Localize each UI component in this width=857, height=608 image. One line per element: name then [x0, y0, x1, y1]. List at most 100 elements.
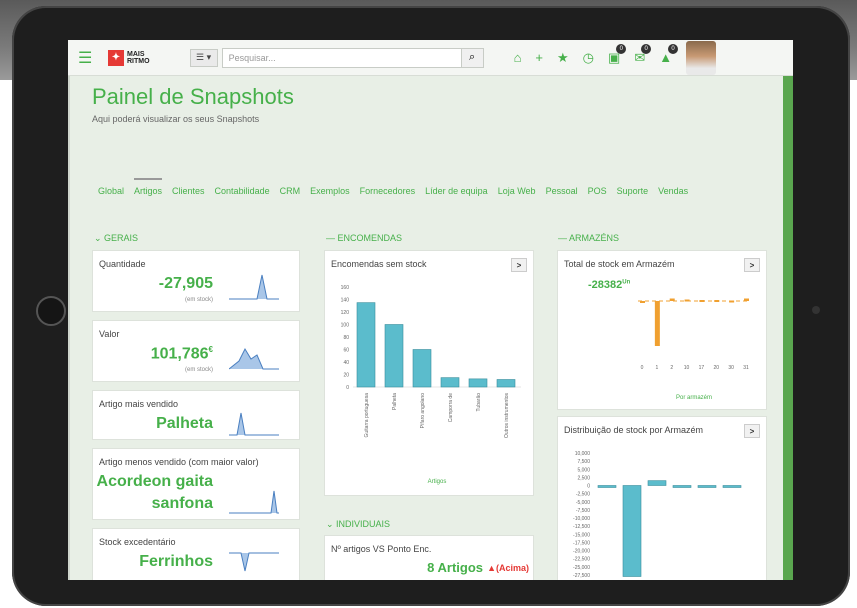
tab-global[interactable]: Global: [98, 180, 124, 202]
section-armazens[interactable]: — ARMAZÉNS: [558, 233, 619, 243]
star-icon[interactable]: ★: [557, 50, 569, 66]
search-scope-dropdown[interactable]: ☰ ▾: [189, 48, 218, 67]
card-value: 101,786€: [151, 345, 213, 363]
bag-icon[interactable]: ▣ 0: [608, 43, 627, 66]
x-tick-label: 31: [743, 365, 749, 371]
bell-icon[interactable]: ▲ 0: [659, 44, 679, 65]
right-accent-strip: [783, 76, 793, 580]
y-tick-label: 60: [343, 348, 349, 354]
search-button[interactable]: ⌕: [461, 47, 484, 68]
expand-button[interactable]: >: [744, 258, 760, 272]
card-value: -28382Un: [588, 279, 630, 291]
tab-artigos[interactable]: Artigos: [134, 178, 163, 202]
y-tick-label: 20: [343, 373, 349, 379]
card-encomendas-sem-stock: Encomendas sem stock > 160 140 120 100 80 60 4…: [324, 250, 534, 496]
logo[interactable]: ✦ MAIS RITMO: [108, 49, 150, 66]
x-tick-label: 0: [641, 365, 644, 371]
bar: [384, 324, 404, 388]
bar: [672, 485, 692, 488]
card-excedentario: Stock excedentário Ferrinhos: [92, 528, 300, 580]
toolbar-icons: ⌂ + ★ ◷ ▣ 0 ✉ 0 ▲ 0: [514, 43, 679, 66]
section-individuais[interactable]: ⌄ INDIVIDUAIS: [326, 519, 390, 530]
sparkline: [229, 274, 279, 300]
bar: [440, 377, 460, 388]
section-encomendas-label: ENCOMENDAS: [337, 233, 403, 243]
y-tick-label: -17,500: [573, 540, 590, 546]
encomendas-chart: 160 140 120 100 80 60 40 20 0 Guitarra portuguesa…: [341, 285, 521, 485]
tab-l-der-de-equipa[interactable]: Líder de equipa: [425, 180, 488, 202]
y-tick-label: 2,500: [577, 475, 590, 481]
sparkline: [229, 347, 279, 370]
tab-fornecedores[interactable]: Fornecedores: [360, 180, 416, 202]
card-value-unit: Un: [622, 279, 631, 286]
menu-icon[interactable]: ☰: [78, 48, 96, 68]
y-tick-label: 40: [343, 360, 349, 366]
plus-icon[interactable]: +: [535, 50, 543, 65]
notification-badge: 0: [668, 44, 679, 54]
sparkline: [229, 412, 279, 436]
sparkline: [229, 552, 279, 572]
message-icon[interactable]: ✉ 0: [634, 43, 652, 66]
expand-button[interactable]: >: [511, 258, 527, 272]
card-value-number: -28382: [588, 279, 623, 291]
card-total-stock-armazem: Total de stock em Armazém > -28382Un 0 1 2…: [557, 250, 767, 410]
tab-crm[interactable]: CRM: [280, 180, 301, 202]
logo-text: MAIS RITMO: [127, 51, 150, 65]
x-tick-label: 10: [684, 365, 690, 371]
section-encomendas[interactable]: — ENCOMENDAS: [326, 233, 402, 243]
camera: [812, 306, 820, 314]
bar: [412, 349, 432, 388]
x-tick-label: Tubarão: [476, 393, 482, 412]
y-tick-label: -10,000: [573, 516, 590, 522]
left-border: [68, 76, 70, 580]
avatar[interactable]: [686, 40, 717, 75]
bar: [722, 485, 742, 488]
card-value: Ferrinhos: [139, 553, 213, 570]
x-tick-label: 2: [670, 365, 673, 371]
armazem-chart: 0 1 2 10 17 20 30 31 Por armazém: [638, 298, 750, 401]
card-subtext: (em stock): [184, 297, 213, 303]
section-gerais-label: GERAIS: [104, 233, 139, 243]
y-tick-label: 10,000: [575, 451, 591, 457]
notification-badge: 0: [616, 43, 627, 54]
x-tick-label: Palheta: [392, 393, 398, 410]
section-gerais[interactable]: ⌄ GERAIS: [94, 233, 138, 244]
y-tick-label: 160: [341, 285, 350, 291]
tab-suporte[interactable]: Suporte: [617, 180, 649, 202]
tab-contabilidade[interactable]: Contabilidade: [215, 180, 270, 202]
x-tick-label: 1: [655, 365, 658, 371]
card-value-line-1: Acordeon gaita: [96, 473, 213, 490]
y-tick-label: 0: [346, 385, 349, 391]
y-tick-label: 100: [341, 323, 350, 329]
home-icon[interactable]: ⌂: [514, 50, 522, 65]
card-title: Quantidade: [99, 259, 146, 269]
top-bar: ☰ ✦ MAIS RITMO ☰ ▾ Pesquisar... ⌕ ⌂ + ★ ◷ ▣ 0…: [68, 40, 793, 76]
logo-mark: ✦: [108, 49, 124, 66]
card-distribuicao-stock: Distribuição de stock por Armazém > 10,0…: [557, 416, 767, 580]
card-value: Palheta: [156, 415, 213, 432]
card-title: Encomendas sem stock: [331, 259, 427, 269]
logo-text-line-2: RITMO: [127, 57, 150, 65]
tab-clientes[interactable]: Clientes: [172, 180, 205, 202]
expand-button[interactable]: >: [744, 424, 760, 438]
page-title: Painel de Snapshots: [92, 84, 294, 109]
search-icon: ⌕: [468, 51, 476, 63]
tab-vendas[interactable]: Vendas: [658, 180, 688, 202]
trend-indicator: ▲(Acima): [487, 563, 529, 573]
y-tick-label: -25,000: [573, 565, 590, 571]
card-subtext: (em stock): [184, 367, 213, 373]
bar: [356, 302, 376, 388]
search-input[interactable]: Pesquisar...: [221, 47, 462, 68]
tab-exemplos[interactable]: Exemplos: [310, 180, 350, 202]
card-value: 8 Artigos: [427, 560, 483, 575]
tab-loja-web[interactable]: Loja Web: [498, 180, 536, 202]
clock-icon[interactable]: ◷: [583, 50, 594, 66]
y-tick-label: 7,500: [577, 459, 590, 465]
card-value: -27,905: [158, 275, 213, 292]
section-individuais-label: INDIVIDUAIS: [336, 519, 391, 529]
tab-pessoal[interactable]: Pessoal: [546, 180, 578, 202]
y-tick-label: 0: [587, 484, 590, 490]
card-individuais: Nº artigos VS Ponto Enc. 8 Artigos ▲(Aci…: [324, 535, 534, 580]
y-tick-label: -27,500: [573, 573, 590, 579]
tab-pos[interactable]: POS: [588, 180, 607, 202]
